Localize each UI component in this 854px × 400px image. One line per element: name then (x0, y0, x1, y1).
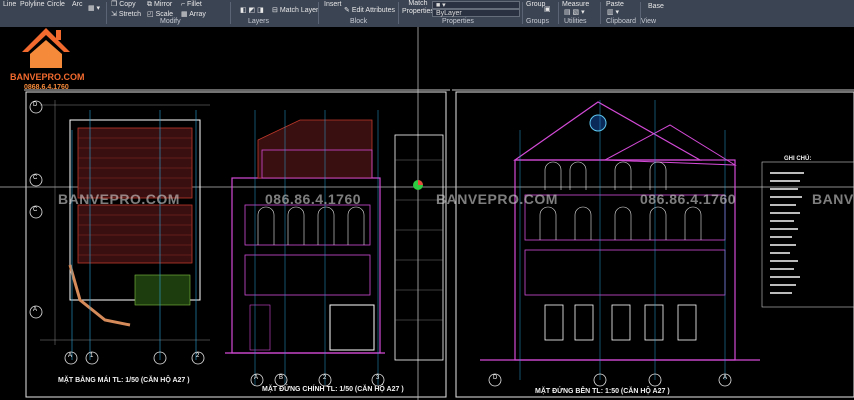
grid-label-d-side: D (493, 375, 498, 381)
title-block (394, 134, 444, 361)
logo-icon (22, 28, 70, 68)
side-elevation (480, 100, 760, 380)
grid-label-b-front: B (279, 375, 284, 381)
watermark-site-1: BANVEPRO.COM (58, 191, 180, 207)
logo-phone: 0868.6.4.1760 (24, 84, 69, 91)
roof-plan-caption: MẶT BẰNG MÁI TL: 1/50 (CĂN HỘ A27 ) (58, 377, 190, 384)
roof-plan (40, 100, 210, 360)
notes-title: GHI CHÚ: (784, 156, 812, 162)
watermark-site-3: BANVEPRO.COM (812, 191, 854, 207)
watermark-phone-1: 086.86.4.1760 (265, 191, 362, 207)
grid-label-1: 1 (90, 353, 94, 359)
grid-label-2: 2 (196, 353, 200, 359)
grid-label-a: A (33, 307, 38, 313)
logo-brand: BANVEPRO.COM (10, 72, 85, 82)
grid-label-a-bottom: A (68, 353, 73, 359)
grid-label-c-top: C (33, 175, 38, 181)
grid-label-2-front: 2 (323, 375, 327, 381)
watermark-phone-2: 086.86.4.1760 (640, 191, 737, 207)
front-elevation (225, 110, 385, 385)
side-elevation-caption: MẶT ĐỨNG BÊN TL: 1:50 (CĂN HỘ A27 ) (535, 388, 670, 395)
grid-label-3-front: 3 (376, 375, 380, 381)
grid-label-a-front: A (254, 375, 259, 381)
notes-panel (761, 161, 854, 308)
grid-label-a-side: A (723, 375, 728, 381)
front-elevation-caption: MẶT ĐỨNG CHÍNH TL: 1/50 (CĂN HỘ A27 ) (262, 386, 404, 393)
grid-label-d: D (33, 102, 38, 108)
watermark-site-2: BANVEPRO.COM (436, 191, 558, 207)
grid-label-c: C (33, 207, 38, 213)
